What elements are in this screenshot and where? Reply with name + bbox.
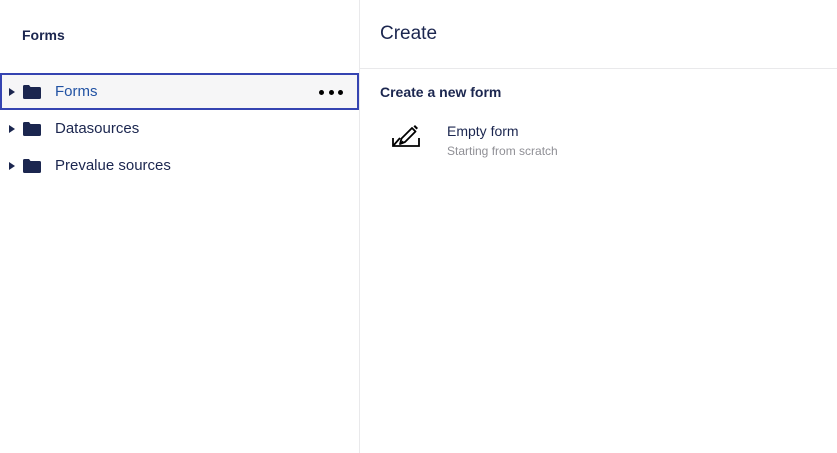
tree-item-label: Datasources	[55, 120, 140, 137]
empty-form-option[interactable]: Empty form Starting from scratch	[380, 116, 680, 165]
dot-icon	[328, 89, 334, 95]
option-title: Empty form	[447, 123, 519, 139]
tree-item-datasources[interactable]: Datasources	[0, 110, 359, 147]
tree-item-label: Prevalue sources	[55, 157, 171, 174]
option-description: Starting from scratch	[447, 144, 558, 158]
create-body: Create a new form Empty form Starting fr…	[360, 69, 837, 180]
create-title: Create	[360, 0, 837, 69]
tree-panel: Forms Forms Datasources Prevalue sources	[0, 0, 360, 453]
option-text: Empty form Starting from scratch	[447, 123, 558, 158]
caret-right-icon[interactable]	[6, 73, 18, 110]
section-title: Create a new form	[380, 84, 502, 100]
dot-icon	[319, 89, 324, 95]
create-panel: Create Create a new form Empty form Star…	[360, 0, 837, 453]
folder-icon	[23, 121, 41, 136]
more-actions-button[interactable]	[319, 84, 343, 100]
tree-list: Forms Datasources Prevalue sources	[0, 73, 359, 184]
tree-header: Forms	[22, 27, 65, 43]
app-window: Forms Forms Datasources Prevalue sources…	[0, 0, 837, 453]
tree-item-label: Forms	[55, 83, 98, 100]
caret-right-icon[interactable]	[6, 110, 18, 147]
tree-item-prevalue-sources[interactable]: Prevalue sources	[0, 147, 359, 184]
folder-icon	[23, 84, 41, 99]
folder-icon	[23, 158, 41, 173]
dot-icon	[338, 89, 343, 95]
caret-right-icon[interactable]	[6, 147, 18, 184]
tree-item-forms[interactable]: Forms	[0, 73, 359, 110]
edit-pen-icon	[390, 121, 422, 153]
